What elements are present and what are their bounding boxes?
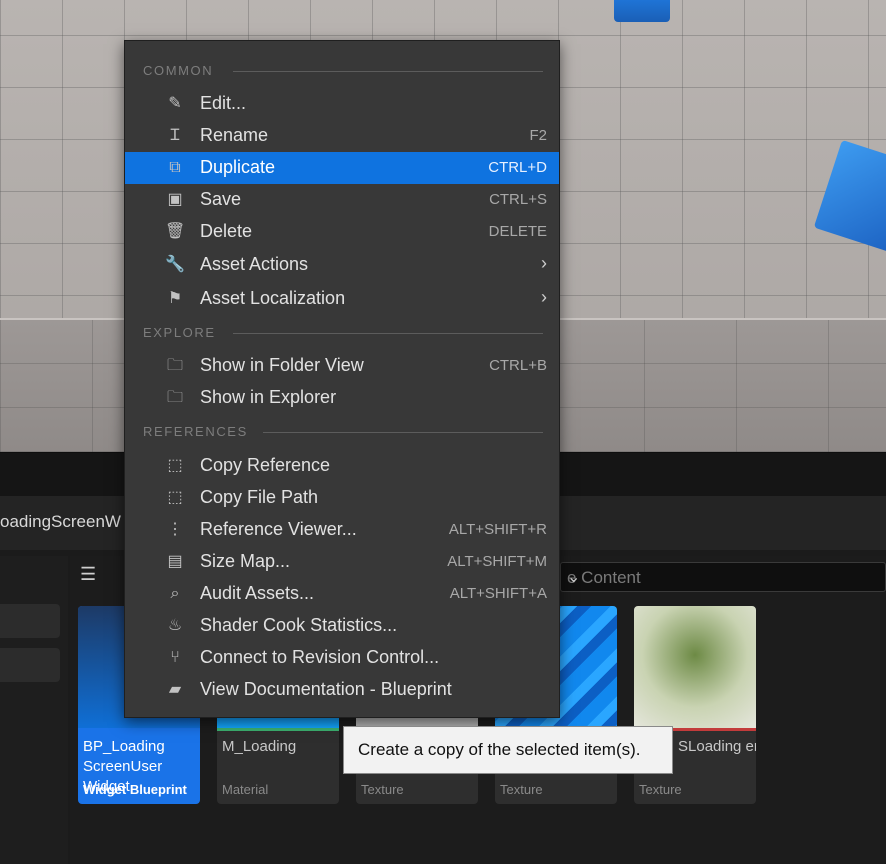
filter-button[interactable]: ☰ bbox=[80, 564, 130, 592]
shortcut-ctrl-s: CTRL+S bbox=[489, 191, 547, 208]
menu-item-size-map[interactable]: ▤ Size Map... ALT+SHIFT+M bbox=[125, 546, 559, 578]
asset-type: Texture bbox=[361, 782, 404, 797]
chevron-right-icon: › bbox=[541, 287, 547, 307]
asset-name: M_Loading bbox=[222, 738, 297, 755]
menu-item-show-in-folder-view[interactable]: 🗀 Show in Folder View CTRL+B bbox=[125, 350, 559, 382]
asset-type: Texture bbox=[500, 782, 543, 797]
section-header-common: COMMON bbox=[143, 63, 545, 79]
size-map-icon: ▤ bbox=[167, 553, 183, 570]
copy-path-icon: ⬚ bbox=[167, 489, 183, 506]
shortcut-delete: DELETE bbox=[488, 223, 547, 240]
menu-item-duplicate[interactable]: ⧉ Duplicate CTRL+D bbox=[125, 152, 559, 184]
menu-item-asset-localization[interactable]: ⚑ Asset Localization › bbox=[125, 283, 559, 315]
menu-item-shader-cook-statistics[interactable]: ♨ Shader Cook Statistics... bbox=[125, 610, 559, 642]
menu-item-edit[interactable]: ✎ Edit... bbox=[125, 88, 559, 120]
section-header-explore: EXPLORE bbox=[143, 325, 545, 341]
menu-item-audit-assets[interactable]: ⌕ Audit Assets... ALT+SHIFT+A bbox=[125, 578, 559, 610]
blue-cube bbox=[614, 0, 670, 22]
blue-cube bbox=[813, 139, 886, 253]
duplicate-icon: ⧉ bbox=[169, 159, 181, 176]
menu-item-show-in-explorer[interactable]: 🗀 Show in Explorer bbox=[125, 382, 559, 414]
shortcut-alt-shift-r: ALT+SHIFT+R bbox=[448, 521, 547, 538]
flag-icon: ⚑ bbox=[167, 290, 183, 307]
menu-item-connect-revision-control[interactable]: ⑂ Connect to Revision Control... bbox=[125, 642, 559, 674]
shortcut-ctrl-b: CTRL+B bbox=[489, 357, 547, 374]
tooltip-text: Create a copy of the selected item(s). bbox=[358, 740, 641, 759]
search-input[interactable]: e Content ⌄ bbox=[560, 562, 886, 592]
book-icon: ▰ bbox=[168, 681, 182, 698]
shortcut-ctrl-d: CTRL+D bbox=[488, 159, 547, 176]
menu-item-delete[interactable]: 🗑 Delete DELETE bbox=[125, 216, 559, 248]
source-item[interactable] bbox=[0, 648, 60, 682]
chevron-right-icon: › bbox=[541, 253, 547, 273]
filter-icon: ☰ bbox=[80, 564, 97, 584]
asset-type-band bbox=[217, 728, 339, 731]
audit-icon: ⌕ bbox=[170, 585, 180, 602]
menu-item-copy-reference[interactable]: ⬚ Copy Reference bbox=[125, 450, 559, 482]
menu-item-copy-file-path[interactable]: ⬚ Copy File Path bbox=[125, 482, 559, 514]
trash-icon: 🗑 bbox=[165, 223, 186, 240]
menu-item-view-documentation[interactable]: ▰ View Documentation - Blueprint bbox=[125, 674, 559, 706]
reference-viewer-icon: ⋮ bbox=[167, 521, 183, 538]
divider bbox=[233, 71, 543, 72]
pencil-icon: ✎ bbox=[168, 95, 182, 112]
asset-tile-sloading[interactable]: SLoading en2 Texture bbox=[634, 606, 756, 804]
menu-item-save[interactable]: ▣ Save CTRL+S bbox=[125, 184, 559, 216]
section-header-references: REFERENCES bbox=[143, 424, 545, 440]
rename-icon: Ɪ bbox=[170, 127, 180, 144]
asset-type-band bbox=[78, 728, 200, 731]
save-icon: ▣ bbox=[167, 191, 183, 208]
divider bbox=[263, 432, 543, 433]
asset-thumbnail bbox=[634, 606, 756, 728]
folder-search-icon: 🗀 bbox=[166, 389, 183, 406]
context-menu: COMMON ✎ Edit... Ɪ Rename F2 ⧉ Duplicate… bbox=[124, 40, 560, 718]
menu-item-asset-actions[interactable]: 🔧 Asset Actions › bbox=[125, 249, 559, 281]
menu-item-rename[interactable]: Ɪ Rename F2 bbox=[125, 120, 559, 152]
source-item[interactable] bbox=[0, 604, 60, 638]
folder-search-icon: 🗀 bbox=[166, 357, 183, 374]
copy-reference-icon: ⬚ bbox=[167, 457, 183, 474]
menu-item-reference-viewer[interactable]: ⋮ Reference Viewer... ALT+SHIFT+R bbox=[125, 514, 559, 546]
tab-title[interactable]: oadingScreenW bbox=[0, 512, 121, 532]
shortcut-f2: F2 bbox=[529, 127, 547, 144]
asset-name: SLoading en2 bbox=[678, 738, 756, 755]
wrench-icon: 🔧 bbox=[165, 256, 185, 273]
revision-control-icon: ⑂ bbox=[170, 649, 180, 666]
asset-type: Widget Blueprint bbox=[83, 782, 187, 797]
asset-type: Material bbox=[222, 782, 269, 797]
shortcut-alt-shift-m: ALT+SHIFT+M bbox=[447, 553, 547, 570]
tooltip: Create a copy of the selected item(s). bbox=[343, 726, 673, 774]
chevron-down-icon[interactable]: ⌄ bbox=[567, 567, 885, 587]
divider bbox=[233, 333, 543, 334]
shader-icon: ♨ bbox=[167, 617, 183, 634]
shortcut-alt-shift-a: ALT+SHIFT+A bbox=[449, 585, 547, 602]
asset-type: Texture bbox=[639, 782, 682, 797]
sources-panel bbox=[0, 556, 68, 864]
